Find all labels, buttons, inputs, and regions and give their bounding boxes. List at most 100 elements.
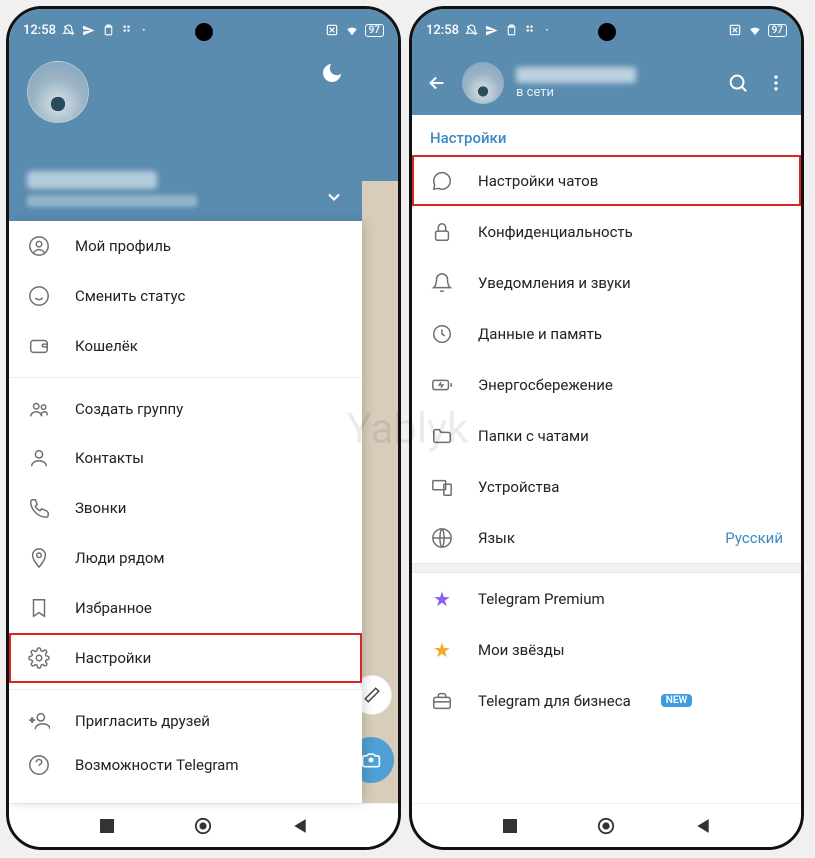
user-circle-icon <box>27 234 51 258</box>
menu-wallet[interactable]: Кошелёк <box>9 321 362 371</box>
settings-premium[interactable]: ★ Telegram Premium <box>412 573 801 624</box>
menu-invite[interactable]: Пригласить друзей <box>9 689 362 745</box>
camera-notch <box>598 23 616 41</box>
settings-label: Язык <box>478 529 515 547</box>
invite-icon <box>27 709 51 733</box>
settings-label: Данные и память <box>478 325 602 343</box>
settings-label: Мои звёзды <box>478 641 565 659</box>
briefcase-icon <box>430 689 454 713</box>
night-mode-icon[interactable] <box>320 61 344 85</box>
contact-icon <box>27 446 51 470</box>
apps-icon <box>525 23 539 37</box>
apps-icon <box>122 23 136 37</box>
menu-change-status[interactable]: Сменить статус <box>9 271 362 321</box>
nav-recent[interactable] <box>92 811 122 841</box>
menu-label: Звонки <box>75 499 344 517</box>
new-badge: NEW <box>661 694 693 707</box>
bookmark-icon <box>27 596 51 620</box>
phone-icon <box>27 496 51 520</box>
menu-label: Создать группу <box>75 400 344 418</box>
nav-home[interactable] <box>591 811 621 841</box>
more-button[interactable] <box>763 73 789 93</box>
search-button[interactable] <box>725 72 751 94</box>
status-dot: · <box>142 23 146 38</box>
nav-back[interactable] <box>688 811 718 841</box>
status-time: 12:58 <box>23 23 56 38</box>
status-time: 12:58 <box>426 23 459 38</box>
battery-icon <box>430 373 454 397</box>
menu-label: Избранное <box>75 599 344 617</box>
alarm-off-icon <box>465 23 479 37</box>
user-name-blurred <box>516 67 636 83</box>
menu-label: Контакты <box>75 449 344 467</box>
settings-devices[interactable]: Устройства <box>412 461 801 512</box>
back-button[interactable] <box>424 72 450 94</box>
user-avatar[interactable] <box>27 61 89 123</box>
settings-stars[interactable]: ★ Мои звёзды <box>412 624 801 675</box>
menu-features[interactable]: Возможности Telegram <box>9 745 362 785</box>
menu-create-group[interactable]: Создать группу <box>9 377 362 433</box>
menu-nearby[interactable]: Люди рядом <box>9 533 362 583</box>
camera-notch <box>195 23 213 41</box>
settings-label: Устройства <box>478 478 559 496</box>
nav-recent[interactable] <box>495 811 525 841</box>
settings-battery[interactable]: Энергосбережение <box>412 359 801 410</box>
settings-chat[interactable]: Настройки чатов <box>412 155 801 206</box>
menu-label: Мой профиль <box>75 237 344 255</box>
send-icon <box>485 23 499 37</box>
settings-label: Энергосбережение <box>478 376 613 394</box>
alarm-off-icon <box>62 23 76 37</box>
menu-contacts[interactable]: Контакты <box>9 433 362 483</box>
settings-label: Настройки чатов <box>478 172 598 190</box>
lock-icon <box>430 220 454 244</box>
battery-level: 97 <box>365 24 384 37</box>
data-icon <box>430 322 454 346</box>
help-icon <box>27 753 51 777</box>
nav-back[interactable] <box>285 811 315 841</box>
wifi-icon <box>748 23 762 37</box>
settings-privacy[interactable]: Конфиденциальность <box>412 206 801 257</box>
user-phone-blurred <box>27 195 197 207</box>
menu-label: Сменить статус <box>75 287 344 305</box>
folder-icon <box>430 424 454 448</box>
section-separator <box>412 563 801 573</box>
wallet-icon <box>27 334 51 358</box>
status-dot: · <box>545 23 549 38</box>
phone-right: 12:58 · 97 в сети Настройки <box>409 6 804 850</box>
chat-icon <box>430 169 454 193</box>
android-nav-bar <box>412 803 801 847</box>
settings-notifications[interactable]: Уведомления и звуки <box>412 257 801 308</box>
no-sim-icon <box>728 23 742 37</box>
clipboard-icon <box>505 23 519 37</box>
star-purple-icon: ★ <box>430 587 454 611</box>
bell-icon <box>430 271 454 295</box>
user-name-blurred <box>27 171 157 189</box>
battery-level: 97 <box>768 24 787 37</box>
nav-home[interactable] <box>188 811 218 841</box>
settings-business[interactable]: Telegram для бизнеса NEW <box>412 675 801 726</box>
wifi-icon <box>345 23 359 37</box>
menu-my-profile[interactable]: Мой профиль <box>9 221 362 271</box>
settings-label: Уведомления и звуки <box>478 274 631 292</box>
group-icon <box>27 397 51 421</box>
settings-label: Конфиденциальность <box>478 223 633 241</box>
menu-label: Люди рядом <box>75 549 344 567</box>
settings-data[interactable]: Данные и память <box>412 308 801 359</box>
settings-folders[interactable]: Папки с чатами <box>412 410 801 461</box>
menu-label: Пригласить друзей <box>75 712 344 730</box>
smile-icon <box>27 284 51 308</box>
nearby-icon <box>27 546 51 570</box>
user-status: в сети <box>516 85 713 100</box>
menu-label: Кошелёк <box>75 337 344 355</box>
phone-left: 12:58 · 97 Мой профиль <box>6 6 401 850</box>
settings-language[interactable]: Язык Русский <box>412 512 801 563</box>
menu-calls[interactable]: Звонки <box>9 483 362 533</box>
drawer-header <box>9 51 362 221</box>
chevron-down-icon[interactable] <box>324 187 344 207</box>
globe-icon <box>430 526 454 550</box>
user-avatar-small[interactable] <box>462 62 504 104</box>
menu-saved[interactable]: Избранное <box>9 583 362 633</box>
menu-settings[interactable]: Настройки <box>9 633 362 683</box>
drawer-menu: Мой профиль Сменить статус Кошелёк Созда… <box>9 221 362 803</box>
settings-label: Telegram для бизнеса <box>478 692 631 710</box>
